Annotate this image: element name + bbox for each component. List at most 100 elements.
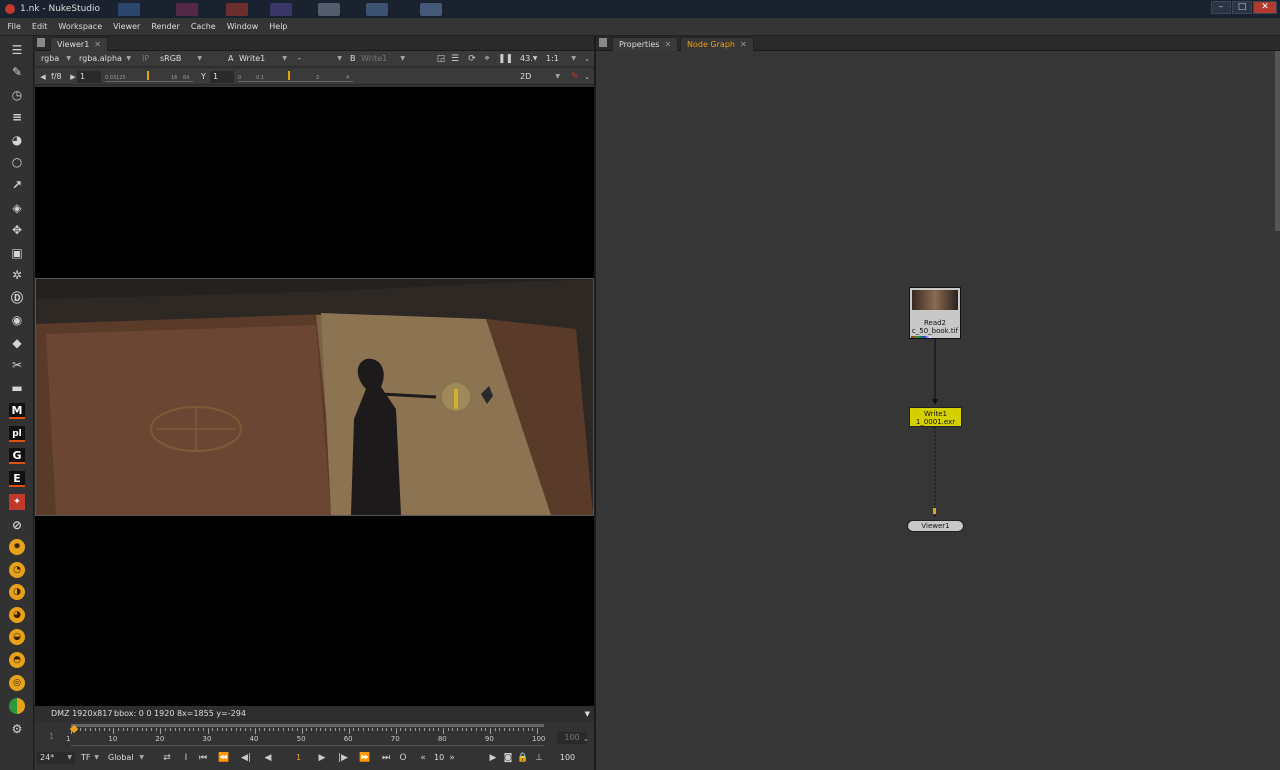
pane-menu-icon[interactable] bbox=[599, 38, 607, 47]
plugin-orange-icon[interactable]: ◕ bbox=[9, 607, 25, 623]
skip-forward-icon[interactable]: » bbox=[446, 752, 458, 764]
draw-nodes-icon[interactable]: ✎ bbox=[9, 64, 25, 80]
node-graph-canvas[interactable]: Read2 c_50_book.tif Write1 1_0001.exr Vi… bbox=[596, 51, 1276, 770]
view-mode-dropdown[interactable]: 2D ▼ bbox=[517, 71, 563, 83]
chevron-down-icon[interactable]: ▼ bbox=[529, 53, 541, 65]
menu-render[interactable]: Render bbox=[146, 18, 185, 36]
timeline-ruler[interactable]: 1 10 20 30 40 50 60 70 80 90 100 bbox=[66, 724, 545, 746]
taskbar-app-icon[interactable] bbox=[318, 3, 340, 16]
gamma-slider-handle[interactable] bbox=[288, 71, 290, 80]
metadata-nodes-icon[interactable]: ◆ bbox=[9, 335, 25, 351]
input-process-toggle[interactable]: IP bbox=[139, 53, 155, 65]
toolsets-icon[interactable]: ✂ bbox=[9, 357, 25, 373]
3d-nodes-icon[interactable]: ▣ bbox=[9, 245, 25, 261]
play-backward-icon[interactable]: ◀ bbox=[262, 752, 274, 764]
chevron-down-icon[interactable]: ▼ bbox=[585, 706, 590, 722]
minimize-button[interactable]: – bbox=[1211, 1, 1231, 14]
taskbar-app-icon[interactable] bbox=[366, 3, 388, 16]
gamma-slider[interactable]: 0 0.1 1 2 4 bbox=[238, 71, 353, 82]
skip-back-icon[interactable]: « bbox=[417, 752, 429, 764]
a-input-dropdown[interactable]: Write1 ▼ bbox=[236, 53, 290, 65]
taskbar-app-icon[interactable] bbox=[226, 3, 248, 16]
out-point-icon[interactable]: O bbox=[397, 752, 409, 764]
close-tab-icon[interactable]: ✕ bbox=[94, 40, 101, 49]
paint-brush-icon[interactable]: ✎ bbox=[569, 71, 581, 83]
taskbar-app-icon[interactable] bbox=[118, 3, 140, 16]
flipbook-icon[interactable]: ▶ bbox=[487, 752, 499, 764]
lock-icon[interactable]: 🔒 bbox=[517, 752, 529, 764]
step-back-icon[interactable]: ◀| bbox=[240, 752, 252, 764]
frame-range-icon[interactable]: ⊥ bbox=[533, 752, 545, 764]
fstop-field[interactable]: f/8 bbox=[48, 71, 68, 83]
menu-viewer[interactable]: Viewer bbox=[108, 18, 146, 36]
alpha-channel-dropdown[interactable]: rgba.alpha ▼ bbox=[76, 53, 134, 65]
channel-nodes-icon[interactable]: ≡ bbox=[9, 109, 25, 125]
colorspace-dropdown[interactable]: sRGB ▼ bbox=[157, 53, 205, 65]
prev-keyframe-icon[interactable]: ⏪ bbox=[218, 752, 230, 764]
taskbar-app-icon[interactable] bbox=[420, 3, 442, 16]
write-node[interactable]: Write1 1_0001.exr bbox=[909, 407, 962, 427]
in-point-icon[interactable]: I bbox=[180, 752, 192, 764]
read-node[interactable]: Read2 c_50_book.tif bbox=[909, 287, 961, 339]
views-nodes-icon[interactable]: ◉ bbox=[9, 312, 25, 328]
menu-help[interactable]: Help bbox=[264, 18, 293, 36]
menu-workspace[interactable]: Workspace bbox=[53, 18, 108, 36]
transform-nodes-icon[interactable]: ✥ bbox=[9, 222, 25, 238]
viewer-canvas[interactable] bbox=[35, 87, 594, 742]
gain-field[interactable]: 1 bbox=[77, 71, 101, 83]
gamma-field[interactable]: 1 bbox=[210, 71, 234, 83]
plugin-orange-icon[interactable]: ◔ bbox=[9, 562, 25, 578]
close-tab-icon[interactable]: ✕ bbox=[740, 40, 747, 49]
other-nodes-icon[interactable]: ▬ bbox=[9, 380, 25, 396]
render-icon[interactable]: ◙ bbox=[502, 752, 514, 764]
viewer-node[interactable]: Viewer1 bbox=[907, 520, 964, 532]
plugin-m-icon[interactable]: M bbox=[9, 403, 25, 419]
plugin-red-icon[interactable]: ✦ bbox=[9, 494, 25, 510]
ratio-dropdown[interactable]: 1:1 ▼ bbox=[543, 53, 579, 65]
plugin-orange-icon[interactable]: ◑ bbox=[9, 584, 25, 600]
menu-file[interactable]: File bbox=[2, 18, 26, 36]
current-frame-field[interactable]: 1 bbox=[280, 752, 314, 764]
close-button[interactable]: ✕ bbox=[1253, 1, 1277, 14]
menu-edit[interactable]: Edit bbox=[26, 18, 53, 36]
play-forward-icon[interactable]: ▶ bbox=[316, 752, 328, 764]
menu-window[interactable]: Window bbox=[221, 18, 264, 36]
plugin-flame-icon[interactable]: ✹ bbox=[9, 539, 25, 555]
tab-viewer1[interactable]: Viewer1 ✕ bbox=[50, 37, 108, 51]
settings-gear-icon[interactable]: ⚙ bbox=[9, 721, 25, 737]
gain-slider-handle[interactable] bbox=[147, 71, 149, 80]
expand-icon[interactable]: ⌄ bbox=[581, 71, 593, 83]
step-forward-icon[interactable]: |▶ bbox=[337, 752, 349, 764]
close-tab-icon[interactable]: ✕ bbox=[664, 40, 671, 49]
plugin-orange-icon[interactable]: ◓ bbox=[9, 652, 25, 668]
refresh-icon[interactable]: ⟳ bbox=[466, 53, 478, 65]
plugin-green-icon[interactable] bbox=[9, 698, 25, 714]
plugin-e-icon[interactable]: E bbox=[9, 471, 25, 487]
tab-node-graph[interactable]: Node Graph ✕ bbox=[680, 37, 754, 51]
roi-icon[interactable]: ◲ bbox=[435, 53, 447, 65]
guides-icon[interactable]: ☰ bbox=[449, 53, 461, 65]
gain-slider[interactable]: 0.03125 1 16 64 bbox=[105, 71, 193, 82]
image-nodes-icon[interactable]: ☰ bbox=[9, 42, 25, 58]
menu-cache[interactable]: Cache bbox=[185, 18, 221, 36]
next-keyframe-icon[interactable]: ⏩ bbox=[359, 752, 371, 764]
bounce-icon[interactable]: ⇄ bbox=[161, 752, 173, 764]
taskbar-app-icon[interactable] bbox=[176, 3, 198, 16]
first-frame-icon[interactable]: ⏮ bbox=[197, 752, 209, 764]
plugin-leaf-icon[interactable]: ⊘ bbox=[9, 517, 25, 533]
b-input-dropdown[interactable]: Write1 ▼ bbox=[358, 53, 408, 65]
region-icon[interactable]: ⌖ bbox=[481, 53, 493, 65]
filter-nodes-icon[interactable]: ○ bbox=[9, 154, 25, 170]
deep-nodes-icon[interactable]: Ⓓ bbox=[9, 290, 25, 306]
expand-icon[interactable]: ⌄ bbox=[583, 735, 589, 743]
increment-field[interactable]: 10 bbox=[431, 752, 445, 764]
last-frame-icon[interactable]: ⏭ bbox=[380, 752, 392, 764]
plugin-orange-icon[interactable]: ◎ bbox=[9, 675, 25, 691]
scope-dropdown[interactable]: Global ▼ bbox=[105, 752, 147, 764]
end-frame-field[interactable]: 100 bbox=[551, 752, 581, 764]
plugin-pl-icon[interactable]: pl bbox=[9, 426, 25, 442]
pause-icon[interactable]: ❚❚ bbox=[498, 53, 513, 65]
particles-nodes-icon[interactable]: ✲ bbox=[9, 267, 25, 283]
color-nodes-icon[interactable]: ◕ bbox=[9, 132, 25, 148]
taskbar-app-icon[interactable] bbox=[270, 3, 292, 16]
